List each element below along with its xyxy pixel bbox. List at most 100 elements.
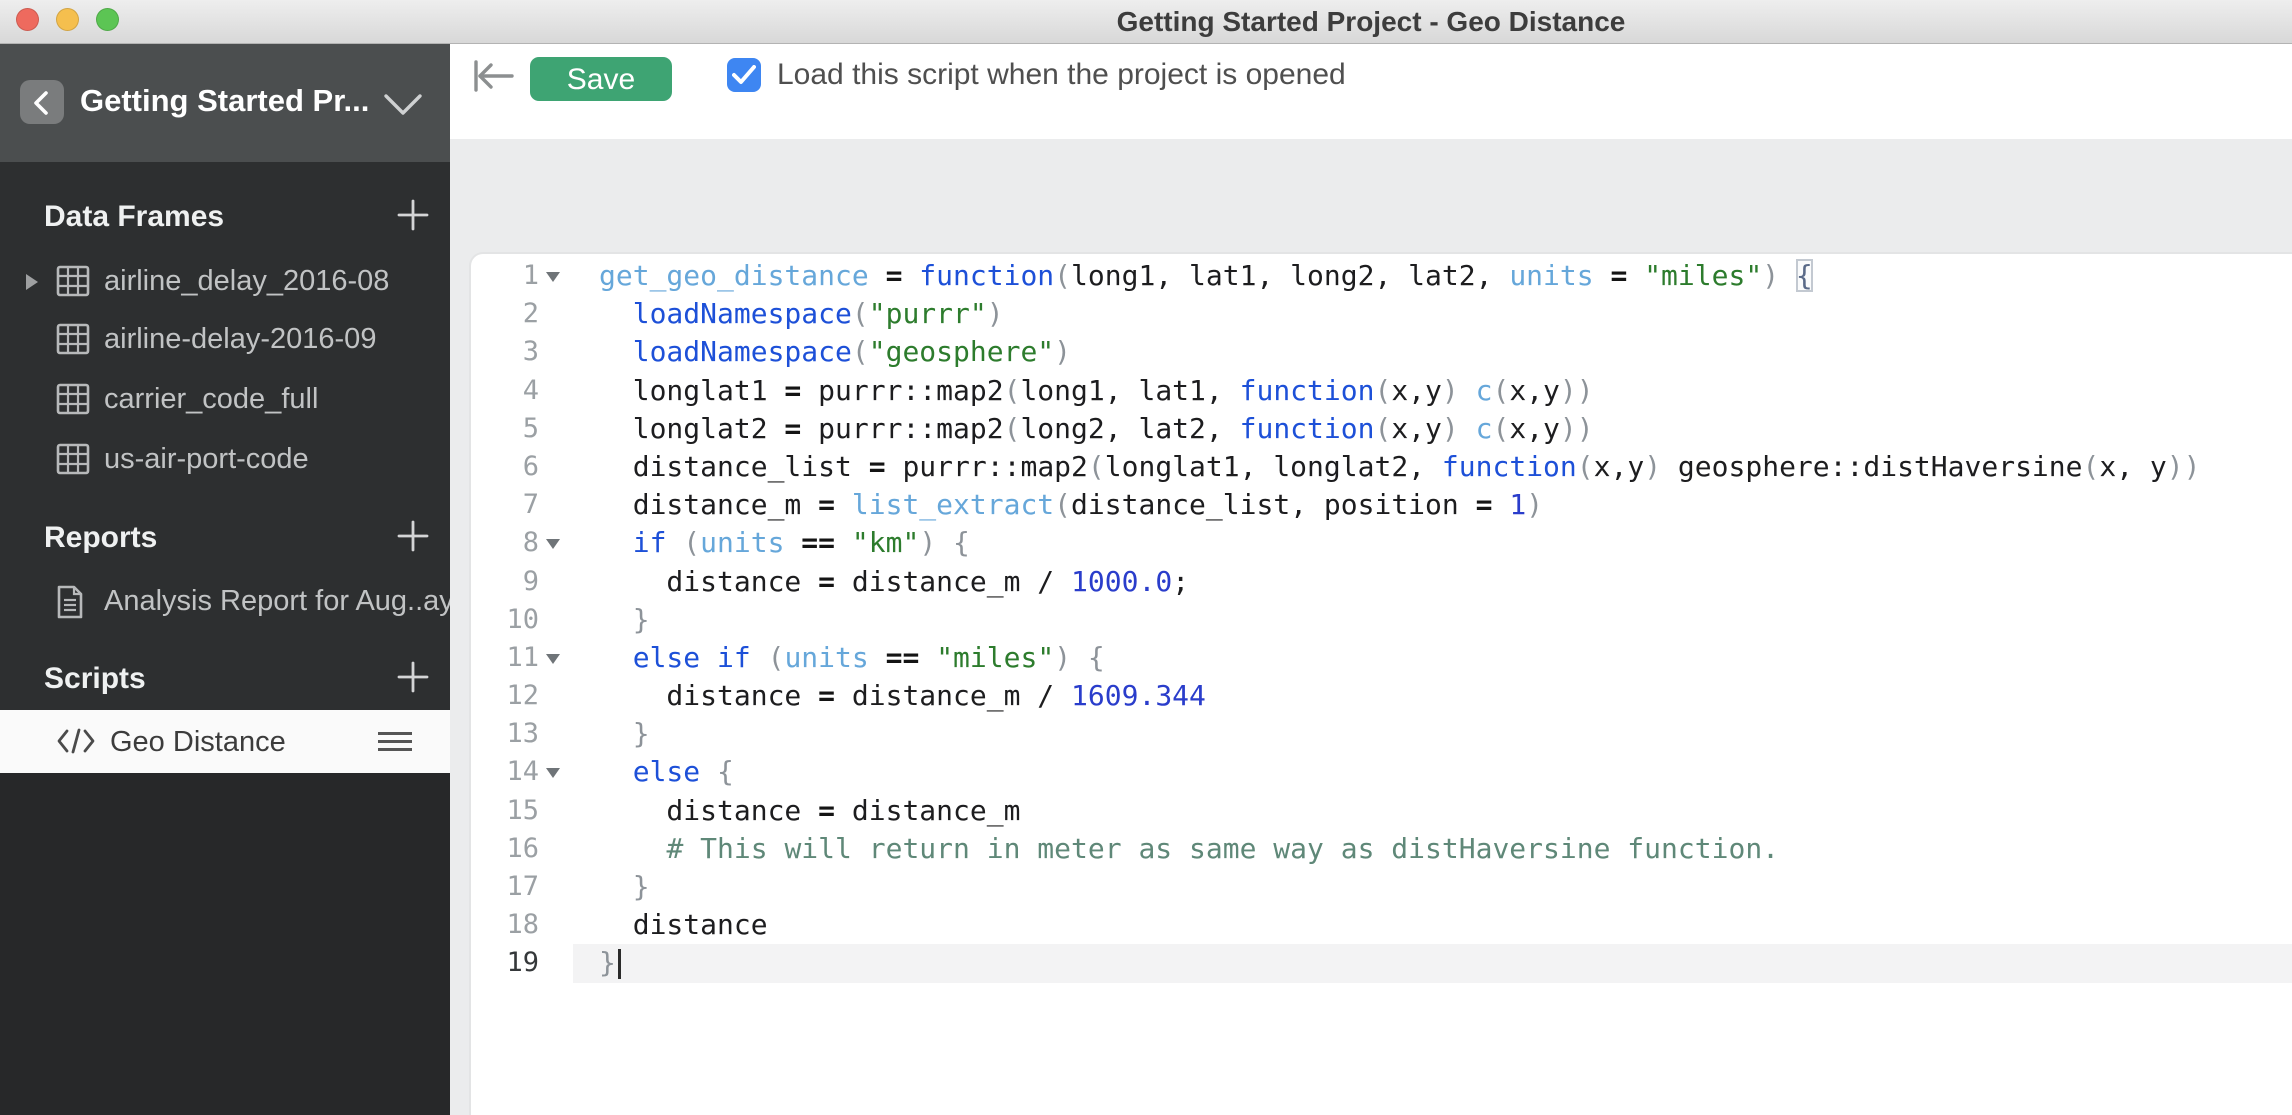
item-label: airline_delay_2016-08 xyxy=(104,265,389,298)
table-icon xyxy=(56,265,90,302)
project-title[interactable]: Getting Started Pr... xyxy=(80,83,369,119)
code-line-text: longlat1 = purrr::map2(long1, lat1, func… xyxy=(573,372,2292,410)
fold-marker-icon[interactable] xyxy=(539,753,573,791)
line-number: 5 xyxy=(471,410,539,448)
section-label: Reports xyxy=(44,521,157,555)
minimize-window-button[interactable] xyxy=(56,8,79,31)
sidebar: Getting Started Pr... Data Frames airline… xyxy=(0,44,450,1115)
code-line-text: distance xyxy=(573,906,2292,944)
fold-slot xyxy=(539,830,573,868)
sidebar-lower-area xyxy=(0,773,450,1115)
sidebar-item-us-air-port-code[interactable]: us-air-port-code xyxy=(0,430,450,488)
code-line-14[interactable]: 14 else { xyxy=(471,753,2292,791)
sidebar-item-analysis-report-for-aug-ay[interactable]: Analysis Report for Aug..ay xyxy=(0,572,450,630)
code-line-9[interactable]: 9 distance = distance_m / 1000.0; xyxy=(471,563,2292,601)
line-number: 7 xyxy=(471,486,539,524)
code-line-text: } xyxy=(573,601,2292,639)
section-label: Scripts xyxy=(44,662,146,696)
plus-icon[interactable] xyxy=(396,660,430,694)
line-number: 17 xyxy=(471,868,539,906)
code-line-10[interactable]: 10 } xyxy=(471,601,2292,639)
code-line-5[interactable]: 5 longlat2 = purrr::map2(long2, lat2, fu… xyxy=(471,410,2292,448)
window-titlebar: Getting Started Project - Geo Distance xyxy=(0,0,2292,44)
code-line-12[interactable]: 12 distance = distance_m / 1609.344 xyxy=(471,677,2292,715)
code-line-text: } xyxy=(573,868,2292,906)
line-number: 16 xyxy=(471,830,539,868)
code-line-18[interactable]: 18 distance xyxy=(471,906,2292,944)
chevron-down-icon[interactable] xyxy=(382,92,424,123)
code-line-4[interactable]: 4 longlat1 = purrr::map2(long1, lat1, fu… xyxy=(471,372,2292,410)
line-number: 6 xyxy=(471,448,539,486)
line-number: 8 xyxy=(471,524,539,562)
sidebar-project-header: Getting Started Pr... xyxy=(0,44,450,162)
code-line-text: if (units == "km") { xyxy=(573,524,2292,562)
line-number: 1 xyxy=(471,257,539,295)
close-window-button[interactable] xyxy=(16,8,39,31)
sidebar-item-airline-delay-2016-08[interactable]: airline_delay_2016-08 xyxy=(0,252,450,310)
code-line-6[interactable]: 6 distance_list = purrr::map2(longlat1, … xyxy=(471,448,2292,486)
fold-slot xyxy=(539,333,573,371)
table-icon xyxy=(56,383,90,420)
table-icon xyxy=(56,323,90,360)
line-number: 9 xyxy=(471,563,539,601)
load-script-checkbox-label[interactable]: Load this script when the project is ope… xyxy=(777,58,1346,92)
code-line-15[interactable]: 15 distance = distance_m xyxy=(471,792,2292,830)
sidebar-item-carrier-code-full[interactable]: carrier_code_full xyxy=(0,370,450,428)
back-button[interactable] xyxy=(20,80,64,124)
document-icon xyxy=(56,585,84,624)
fold-slot xyxy=(539,868,573,906)
code-line-19[interactable]: 19} xyxy=(471,944,2292,982)
code-line-text: distance = distance_m xyxy=(573,792,2292,830)
item-label: carrier_code_full xyxy=(104,383,318,416)
fold-slot xyxy=(539,601,573,639)
fold-slot xyxy=(539,563,573,601)
section-label: Data Frames xyxy=(44,200,224,234)
fold-slot xyxy=(539,677,573,715)
code-line-17[interactable]: 17 } xyxy=(471,868,2292,906)
window-title: Getting Started Project - Geo Distance xyxy=(450,0,2292,44)
code-line-11[interactable]: 11 else if (units == "miles") { xyxy=(471,639,2292,677)
plus-icon[interactable] xyxy=(396,519,430,553)
fold-marker-icon[interactable] xyxy=(539,524,573,562)
code-line-13[interactable]: 13 } xyxy=(471,715,2292,753)
line-number: 15 xyxy=(471,792,539,830)
line-number: 13 xyxy=(471,715,539,753)
line-number: 11 xyxy=(471,639,539,677)
code-line-8[interactable]: 8 if (units == "km") { xyxy=(471,524,2292,562)
code-line-1[interactable]: 1get_geo_distance = function(long1, lat1… xyxy=(471,257,2292,295)
line-number: 3 xyxy=(471,333,539,371)
fold-slot xyxy=(539,715,573,753)
load-script-checkbox[interactable] xyxy=(727,58,761,92)
line-number: 10 xyxy=(471,601,539,639)
code-line-text: distance_list = purrr::map2(longlat1, lo… xyxy=(573,448,2292,486)
line-number: 2 xyxy=(471,295,539,333)
sidebar-section-header-scripts: Scripts xyxy=(0,662,450,698)
fold-slot xyxy=(539,372,573,410)
line-number: 12 xyxy=(471,677,539,715)
item-label: Geo Distance xyxy=(110,726,286,759)
code-line-2[interactable]: 2 loadNamespace("purrr") xyxy=(471,295,2292,333)
code-line-text: } xyxy=(573,944,2292,982)
sidebar-item-airline-delay-2016-09[interactable]: airline-delay-2016-09 xyxy=(0,310,450,368)
code-line-16[interactable]: 16 # This will return in meter as same w… xyxy=(471,830,2292,868)
fold-slot xyxy=(539,944,573,982)
checkmark-icon xyxy=(732,65,756,85)
save-button[interactable]: Save xyxy=(530,57,672,101)
plus-icon[interactable] xyxy=(396,198,430,232)
line-number: 4 xyxy=(471,372,539,410)
item-label: airline-delay-2016-09 xyxy=(104,323,376,356)
table-icon xyxy=(56,443,90,480)
fold-marker-icon[interactable] xyxy=(539,639,573,677)
code-line-3[interactable]: 3 loadNamespace("geosphere") xyxy=(471,333,2292,371)
code-line-7[interactable]: 7 distance_m = list_extract(distance_lis… xyxy=(471,486,2292,524)
disclosure-triangle-icon[interactable] xyxy=(26,274,38,290)
zoom-window-button[interactable] xyxy=(96,8,119,31)
item-menu-icon[interactable] xyxy=(378,732,412,752)
fold-marker-icon[interactable] xyxy=(539,257,573,295)
fold-slot xyxy=(539,295,573,333)
code-editor[interactable]: 1get_geo_distance = function(long1, lat1… xyxy=(469,252,2292,1115)
line-number: 19 xyxy=(471,944,539,982)
code-line-text: distance_m = list_extract(distance_list,… xyxy=(573,486,2292,524)
back-arrow-icon[interactable] xyxy=(472,56,516,101)
sidebar-item-geo-distance[interactable]: Geo Distance xyxy=(0,710,450,773)
